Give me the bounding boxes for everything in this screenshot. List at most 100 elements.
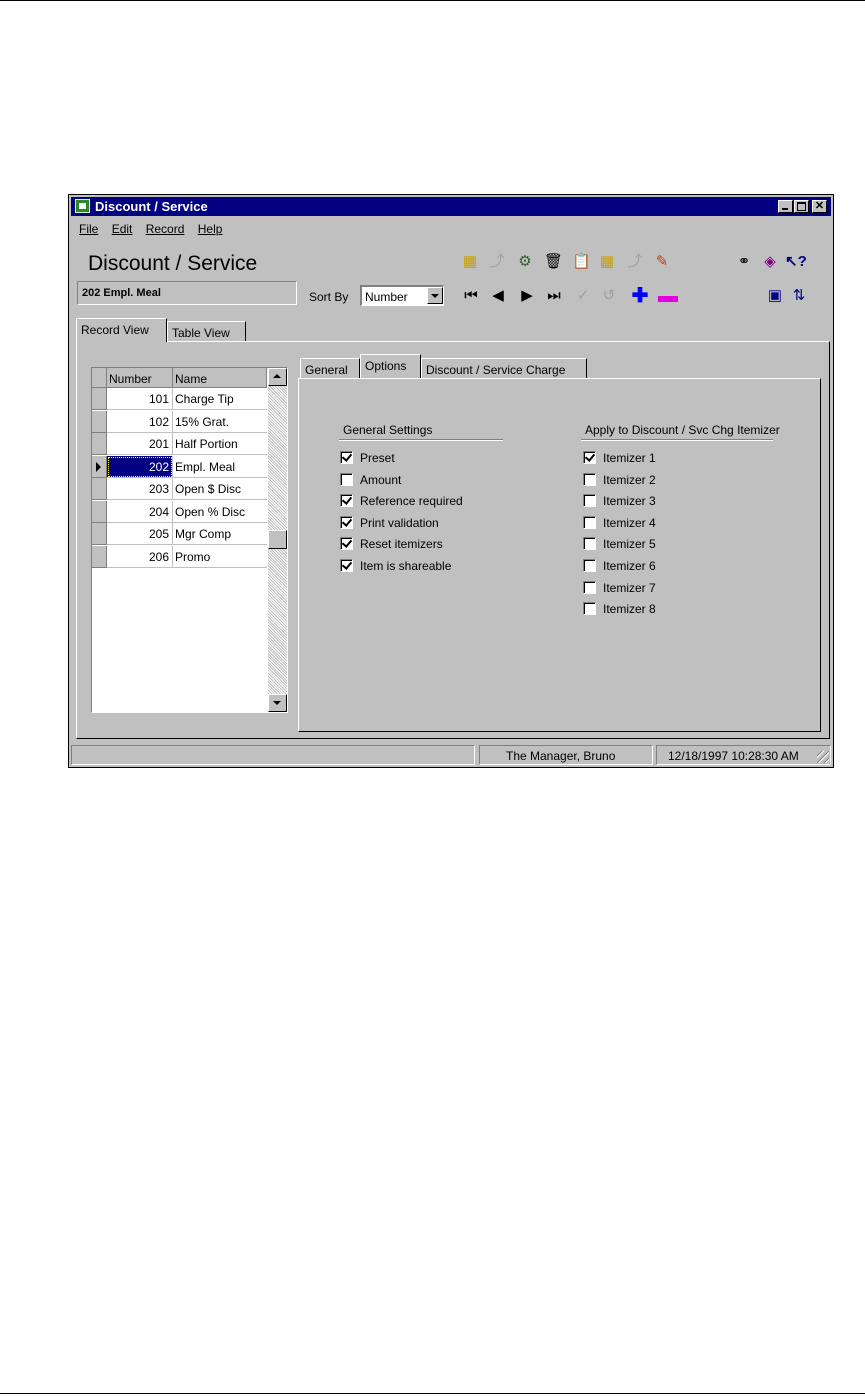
scroll-up-button[interactable] [268, 368, 287, 386]
row-indicator[interactable] [92, 523, 107, 545]
row-indicator[interactable] [92, 500, 107, 523]
records-grid[interactable]: Number Name 101 Charge Tip 102 15% Grat. 201… [91, 367, 288, 713]
table-row[interactable]: 205 Mgr Comp [92, 523, 267, 545]
clipboard-icon[interactable]: 📋 [572, 253, 591, 271]
title-bar[interactable]: Discount / Service ✕ [71, 197, 831, 216]
tab-options[interactable]: Options [360, 354, 421, 378]
table-row[interactable]: 102 15% Grat. [92, 410, 267, 433]
checkbox-unchecked-icon[interactable] [583, 515, 596, 529]
cell-number[interactable]: 204 [107, 500, 173, 523]
checkbox-checked-icon[interactable] [340, 537, 353, 551]
previous-record-icon[interactable]: ◀ [489, 287, 507, 305]
cell-name[interactable]: Open % Disc [173, 501, 267, 523]
cell-number[interactable]: 201 [107, 433, 173, 455]
tab-record-view[interactable]: Record View [76, 318, 167, 342]
checkbox-unchecked-icon[interactable] [583, 472, 596, 486]
checkbox-unchecked-icon[interactable] [340, 472, 353, 486]
book-icon[interactable]: ◈ [761, 253, 779, 271]
cell-number[interactable]: 206 [107, 545, 173, 568]
undo-icon[interactable]: ⤴ [626, 253, 644, 271]
table-row[interactable]: 203 Open $ Disc [92, 478, 267, 500]
cell-number[interactable]: 202 [107, 455, 173, 478]
checkbox-checked-icon[interactable] [583, 451, 596, 464]
new-record-icon[interactable]: ▦ [461, 253, 479, 271]
table-row[interactable]: 204 Open % Disc [92, 500, 267, 523]
itemizer-checkbox-label: Itemizer 4 [603, 515, 656, 530]
row-indicator[interactable] [92, 410, 107, 433]
find-record-icon[interactable]: ⚙ [516, 253, 534, 271]
row-indicator[interactable] [92, 433, 107, 455]
itemizer-rule [581, 439, 773, 441]
itemizer-checkbox-label: Itemizer 1 [603, 451, 656, 465]
scroll-thumb[interactable] [268, 530, 287, 549]
paste-icon[interactable]: ▦ [598, 253, 616, 271]
grid-scrollbar[interactable] [268, 368, 287, 712]
table-row[interactable]: 101 Charge Tip [92, 388, 267, 410]
table-row[interactable]: 206 Promo [92, 545, 267, 568]
general-setting-checkbox-label: Print validation [360, 515, 439, 530]
sort-by-select[interactable]: Number [360, 285, 444, 306]
first-record-icon[interactable]: ⏮ [462, 287, 480, 305]
monitor-icon[interactable]: ▣ [766, 287, 784, 305]
scroll-down-button[interactable] [268, 694, 287, 712]
tab-discount-service-charge[interactable]: Discount / Service Charge [421, 358, 587, 379]
table-row[interactable]: 202 Empl. Meal [92, 455, 267, 478]
cell-name[interactable]: Empl. Meal [173, 456, 267, 478]
maximize-button[interactable] [794, 200, 809, 213]
tab-general[interactable]: General [300, 358, 360, 379]
minimize-button[interactable] [778, 200, 793, 213]
copy-record-icon[interactable]: ⤴ [488, 253, 506, 271]
menu-bar: File Edit Record Help [79, 222, 232, 239]
checkbox-unchecked-icon[interactable] [583, 537, 596, 551]
row-indicator[interactable] [92, 388, 107, 410]
tab-table-view[interactable]: Table View [167, 321, 246, 342]
checkbox-checked-icon[interactable] [340, 559, 353, 572]
cell-name[interactable]: Half Portion [173, 433, 267, 455]
checkbox-checked-icon[interactable] [340, 451, 353, 464]
cell-number[interactable]: 205 [107, 523, 173, 545]
current-row-indicator-icon[interactable] [92, 455, 107, 478]
clear-icon[interactable]: ✎ [653, 253, 671, 271]
checkbox-unchecked-icon[interactable] [583, 494, 596, 508]
checkbox-checked-icon[interactable] [340, 515, 353, 529]
delete-icon[interactable]: 🗑 [544, 253, 563, 271]
cancel-icon[interactable]: ↺ [600, 287, 618, 305]
checkbox-unchecked-icon[interactable] [583, 559, 596, 572]
checkbox-unchecked-icon[interactable] [583, 602, 596, 616]
last-record-icon[interactable]: ⏭ [545, 287, 563, 305]
refresh-icon[interactable]: ⇅ [790, 287, 808, 305]
form-heading: Discount / Service [88, 252, 258, 275]
cell-name[interactable]: Charge Tip [173, 388, 267, 410]
cell-name[interactable]: 15% Grat. [173, 411, 267, 433]
cell-number[interactable]: 203 [107, 478, 173, 500]
menu-help[interactable]: Help [198, 222, 223, 236]
checkbox-checked-icon[interactable] [340, 494, 353, 508]
cell-name[interactable]: Mgr Comp [173, 523, 267, 545]
cell-name[interactable]: Promo [173, 546, 267, 568]
column-header-number[interactable]: Number [107, 368, 173, 388]
post-icon[interactable]: ✓ [574, 287, 592, 305]
general-setting-checkbox-label: Item is shareable [360, 559, 452, 573]
close-button[interactable]: ✕ [812, 200, 827, 213]
checkbox-unchecked-icon[interactable] [583, 580, 596, 594]
add-icon[interactable]: ✚ [631, 286, 649, 306]
menu-record[interactable]: Record [146, 222, 185, 236]
resize-grip-icon[interactable] [817, 751, 829, 763]
cell-number[interactable]: 102 [107, 410, 173, 433]
menu-edit[interactable]: Edit [112, 222, 133, 236]
column-header-name[interactable]: Name [173, 368, 267, 388]
cell-number[interactable]: 101 [107, 388, 173, 410]
menu-file[interactable]: File [79, 222, 98, 236]
row-indicator[interactable] [92, 545, 107, 568]
binoculars-icon[interactable]: ⚭ [735, 253, 753, 271]
dropdown-arrow-icon[interactable] [427, 287, 443, 304]
help-pointer-icon[interactable]: ↖? [785, 253, 807, 271]
remove-icon[interactable]: ▬ [658, 286, 678, 306]
status-user: The Manager, Bruno [479, 745, 653, 765]
table-row[interactable]: 201 Half Portion [92, 433, 267, 455]
row-indicator[interactable] [92, 478, 107, 500]
status-user-text: The Manager, Bruno [506, 749, 616, 763]
app-icon[interactable] [75, 199, 90, 213]
cell-name[interactable]: Open $ Disc [173, 478, 267, 500]
next-record-icon[interactable]: ▶ [518, 287, 536, 305]
